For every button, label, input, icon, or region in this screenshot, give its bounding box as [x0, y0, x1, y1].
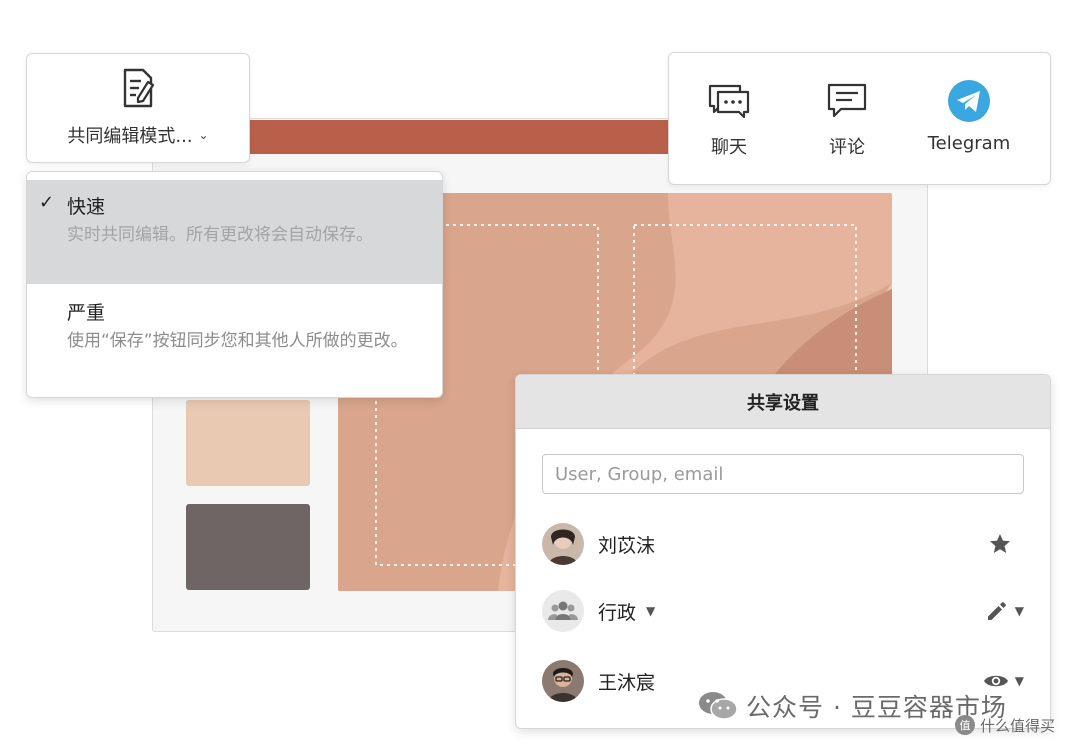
caret-down-icon[interactable]: ▼: [646, 604, 655, 618]
option-description: 使用“保存”按钮同步您和其他人所做的更改。: [67, 331, 408, 351]
telegram-icon: [948, 80, 990, 122]
caret-down-icon[interactable]: ▼: [1015, 604, 1024, 618]
user-name: 行政: [598, 601, 637, 624]
share-user-row[interactable]: 行政 ▼ ▼: [542, 589, 1024, 633]
telegram-label: Telegram: [927, 133, 1011, 154]
sharing-settings-title: 共享设置: [516, 375, 1050, 429]
sharing-settings-panel: 共享设置 刘苡沫: [515, 374, 1051, 729]
group-icon: [548, 601, 578, 620]
chat-icon: [708, 84, 750, 118]
document-edit-icon: [123, 68, 155, 108]
svg-text:值: 值: [960, 719, 971, 732]
wechat-icon: [699, 692, 738, 720]
watermark-sub: 值 什么值得买: [954, 714, 1055, 736]
color-swatch-dark[interactable]: [186, 504, 310, 590]
co-editing-mode-button[interactable]: 共同编辑模式... ⌄: [26, 53, 250, 163]
co-editing-mode-label: 共同编辑模式... ⌄: [67, 122, 208, 148]
share-search-input[interactable]: [542, 454, 1024, 494]
group-avatar: [542, 590, 584, 632]
option-title: 快速: [67, 196, 106, 218]
menu-option-fast[interactable]: ✓ 快速 实时共同编辑。所有更改将会自动保存。: [27, 180, 442, 284]
option-description: 实时共同编辑。所有更改将会自动保存。: [67, 225, 373, 245]
comment-label: 评论: [829, 137, 865, 158]
chat-label: 聊天: [711, 137, 747, 158]
menu-option-strict[interactable]: 严重 使用“保存”按钮同步您和其他人所做的更改。: [27, 284, 442, 397]
comment-icon: [827, 83, 867, 118]
caret-down-icon[interactable]: ▼: [1015, 674, 1024, 688]
star-icon[interactable]: [988, 532, 1012, 556]
slide-title-bar: [210, 120, 670, 154]
color-swatch-light[interactable]: [186, 400, 310, 486]
mode-label-text: 共同编辑模式...: [67, 126, 193, 147]
communication-panel: 聊天 评论 Telegram: [668, 52, 1051, 185]
share-user-row[interactable]: 刘苡沫: [542, 522, 1024, 566]
co-editing-mode-menu: ✓ 快速 实时共同编辑。所有更改将会自动保存。 严重 使用“保存”按钮同步您和其…: [26, 171, 443, 398]
pencil-icon[interactable]: [985, 599, 1009, 623]
option-title: 严重: [67, 302, 106, 324]
chevron-down-icon: ⌄: [198, 128, 209, 142]
chat-button[interactable]: 聊天: [699, 79, 759, 159]
avatar: [542, 523, 584, 565]
user-name: 王沐宸: [598, 671, 656, 694]
watermark-sub-text: 什么值得买: [980, 716, 1056, 735]
comment-button[interactable]: 评论: [817, 79, 877, 159]
smzdm-logo-icon: 值: [955, 715, 975, 735]
checkmark-icon: ✓: [39, 192, 55, 213]
user-name: 刘苡沫: [598, 534, 656, 557]
telegram-button[interactable]: Telegram: [919, 79, 1019, 154]
avatar: [542, 660, 584, 702]
